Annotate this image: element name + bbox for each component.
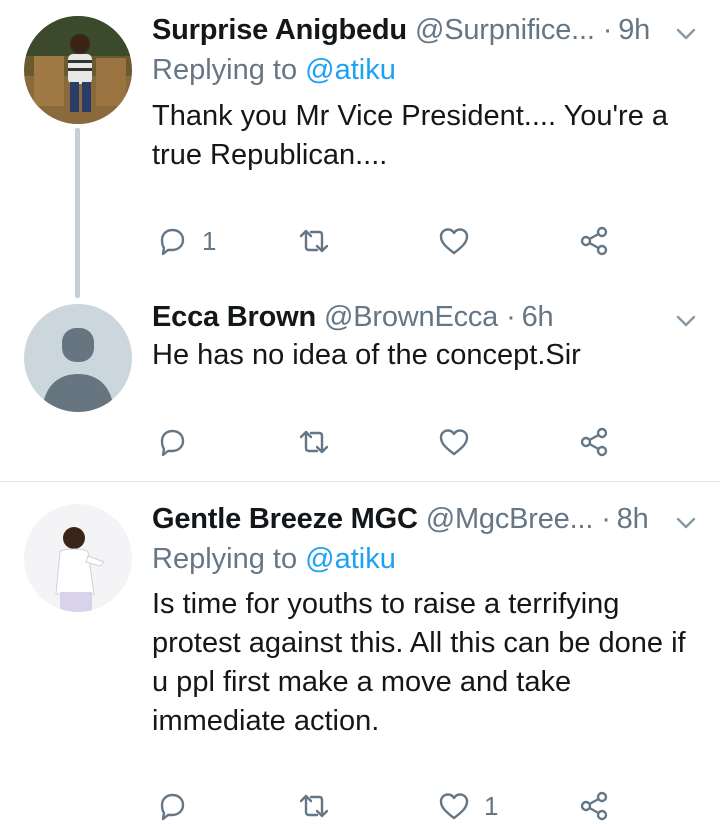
display-name[interactable]: Surprise Anigbedu <box>152 14 407 47</box>
tweet-header: Ecca Brown @BrownEcca · 6h <box>152 297 700 337</box>
reply-button[interactable]: 1 <box>156 223 216 259</box>
avatar[interactable] <box>24 304 132 412</box>
chevron-down-icon[interactable] <box>674 511 698 535</box>
reply-icon <box>160 793 185 821</box>
separator-dot: · <box>601 502 611 535</box>
timestamp[interactable]: 9h <box>618 14 650 47</box>
like-count: 1 <box>484 790 499 821</box>
reply-button[interactable] <box>156 424 202 460</box>
heart-icon <box>439 429 469 456</box>
default-avatar-icon <box>24 304 132 412</box>
share-icon <box>580 427 608 457</box>
display-name[interactable]: Gentle Breeze MGC <box>152 503 418 536</box>
reply-count: 1 <box>202 225 217 256</box>
mention-link[interactable]: @atiku <box>305 54 396 86</box>
reply-button[interactable] <box>156 788 202 824</box>
action-bar <box>156 424 626 460</box>
retweet-icon <box>299 794 329 818</box>
retweet-icon <box>299 430 329 454</box>
like-button[interactable] <box>438 424 484 460</box>
share-icon <box>580 226 608 256</box>
share-icon <box>580 791 608 821</box>
thread-line <box>75 128 80 298</box>
tweet-text: Thank you Mr Vice President.... You're a… <box>152 100 669 171</box>
tweet-2[interactable]: Ecca Brown @BrownEcca · 6h He has no ide… <box>0 300 720 480</box>
tweet-text: Is time for youths to raise a terrifying… <box>152 588 686 737</box>
tweet-1[interactable]: Surprise Anigbedu @Surpnifice... · 9h Re… <box>0 0 720 300</box>
chevron-down-icon[interactable] <box>674 22 698 46</box>
reply-icon <box>160 228 185 256</box>
replying-to-label: Replying to <box>152 543 298 575</box>
tweet-header: Surprise Anigbedu @Surpnifice... · 9h <box>152 10 700 50</box>
timestamp[interactable]: 8h <box>617 503 649 536</box>
share-button[interactable] <box>578 788 610 824</box>
mention-link[interactable]: @atiku <box>305 543 396 575</box>
tweet-3[interactable]: Gentle Breeze MGC @MgcBree... · 8h Reply… <box>0 482 720 821</box>
tweet-header: Gentle Breeze MGC @MgcBree... · 8h <box>152 499 700 539</box>
reply-icon <box>160 429 185 457</box>
user-photo <box>24 504 132 612</box>
tweet-text: He has no idea of the concept.Sir <box>152 339 581 371</box>
display-name[interactable]: Ecca Brown <box>152 301 316 334</box>
share-button[interactable] <box>578 223 610 259</box>
share-button[interactable] <box>578 424 610 460</box>
like-button[interactable] <box>438 223 484 259</box>
user-handle[interactable]: @BrownEcca <box>324 301 498 334</box>
heart-icon <box>439 228 469 255</box>
heart-icon <box>439 793 469 820</box>
timestamp[interactable]: 6h <box>522 301 554 334</box>
separator-dot: · <box>602 13 613 46</box>
user-photo <box>24 16 132 124</box>
separator-dot: · <box>506 300 516 333</box>
retweet-button[interactable] <box>298 788 330 824</box>
retweet-icon <box>299 229 329 253</box>
replying-to: Replying to @atiku <box>152 543 396 576</box>
avatar[interactable] <box>24 504 132 612</box>
replying-to: Replying to @atiku <box>152 54 396 87</box>
user-handle[interactable]: @Surpnifice... <box>415 14 595 47</box>
like-button[interactable]: 1 <box>438 788 498 824</box>
user-handle[interactable]: @MgcBree... <box>426 503 593 536</box>
retweet-button[interactable] <box>298 223 330 259</box>
retweet-button[interactable] <box>298 424 330 460</box>
chevron-down-icon[interactable] <box>674 309 698 333</box>
replying-to-label: Replying to <box>152 54 298 86</box>
action-bar: 1 <box>156 788 626 824</box>
action-bar: 1 <box>156 223 626 259</box>
avatar[interactable] <box>24 16 132 124</box>
